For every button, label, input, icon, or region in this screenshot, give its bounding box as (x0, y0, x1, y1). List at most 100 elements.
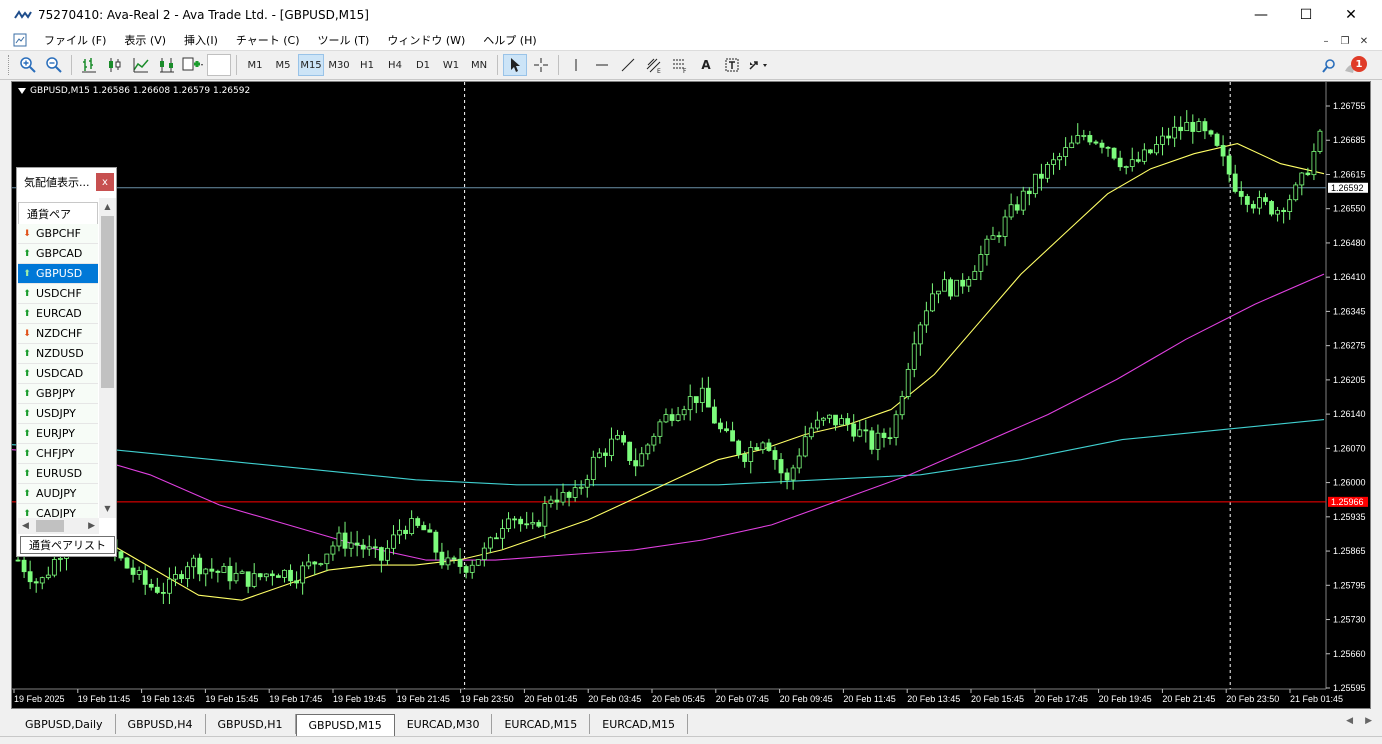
equidistant-channel-icon[interactable]: E (642, 54, 666, 76)
mdi-close-button[interactable]: ✕ (1356, 33, 1372, 49)
chart-canvas[interactable]: 1.26755 1.26685 1.26615 1.26550 1.26480 1.264… (12, 82, 1370, 708)
candle-body (966, 279, 972, 287)
menu-window[interactable]: ウィンドウ (W) (378, 30, 474, 51)
candle-body (257, 573, 263, 578)
line-chart-icon[interactable] (129, 54, 153, 76)
tab-scroll-right-icon[interactable]: ▶ (1365, 716, 1372, 726)
menu-help[interactable]: ヘルプ (H) (474, 30, 545, 51)
candle-body (148, 583, 154, 588)
mdi-minimize-button[interactable]: – (1318, 33, 1334, 49)
scroll-down-icon[interactable]: ▼ (99, 500, 116, 516)
candle-body (1232, 173, 1238, 192)
timeframe-m30[interactable]: M30 (326, 54, 352, 76)
market-watch-item[interactable]: ⬆ GBPCAD (18, 244, 98, 264)
mdi-restore-button[interactable]: ❐ (1337, 33, 1353, 49)
hscroll-thumb[interactable] (36, 520, 64, 532)
tab-chart[interactable]: EURCAD,M15 (492, 714, 591, 734)
candle-body (1166, 135, 1171, 139)
zoom-in-icon[interactable] (16, 54, 40, 76)
candle-body (972, 270, 978, 280)
new-chart-icon[interactable] (181, 54, 205, 76)
x-tick-label: 19 Feb 2025 (14, 694, 65, 704)
scroll-left-icon[interactable]: ◀ (22, 521, 29, 531)
scroll-right-icon[interactable]: ▶ (88, 521, 95, 531)
fibonacci-icon[interactable]: F (668, 54, 692, 76)
x-tick-label: 20 Feb 17:45 (1035, 694, 1088, 704)
market-watch-item[interactable]: ⬆ GBPUSD (18, 264, 98, 284)
notifications-icon[interactable]: 1 (1343, 55, 1369, 77)
candle-body (397, 529, 402, 536)
menu-insert[interactable]: 挿入(I) (175, 30, 227, 51)
tab-symbols-list[interactable]: 通貨ペアリスト (20, 536, 115, 554)
timeframe-m15[interactable]: M15 (298, 54, 324, 76)
market-watch-close-button[interactable]: x (96, 173, 114, 191)
maximize-button[interactable]: ☐ (1283, 0, 1329, 30)
zoom-out-icon[interactable] (42, 54, 66, 76)
tab-chart[interactable]: GBPUSD,M15 (295, 714, 395, 736)
indicators-icon[interactable] (155, 54, 179, 76)
crosshair-icon[interactable] (529, 54, 553, 76)
menu-file[interactable]: ファイル (F) (35, 30, 115, 51)
menu-view[interactable]: 表示 (V) (115, 30, 175, 51)
tab-scroll-left-icon[interactable]: ◀ (1346, 716, 1353, 726)
tab-chart[interactable]: EURCAD,M15 (590, 714, 689, 734)
market-watch-item[interactable]: ⬆ GBPJPY (18, 384, 98, 404)
candle-body (203, 568, 209, 575)
tab-chart[interactable]: GBPUSD,Daily (13, 714, 116, 734)
tab-chart[interactable]: GBPUSD,H4 (116, 714, 206, 734)
market-watch-item[interactable]: ⬆ NZDUSD (18, 344, 98, 364)
horizontal-line-icon[interactable] (590, 54, 614, 76)
text-icon[interactable]: A (694, 54, 718, 76)
scroll-up-icon[interactable]: ▲ (99, 198, 116, 214)
candle-body (1123, 166, 1129, 168)
cursor-icon[interactable] (503, 54, 527, 76)
text-label-icon[interactable] (720, 54, 744, 76)
candle-body (391, 534, 396, 549)
market-watch-item[interactable]: ⬆ CHFJPY (18, 444, 98, 464)
timeframe-m5[interactable]: M5 (270, 54, 296, 76)
timeframe-m1[interactable]: M1 (242, 54, 268, 76)
timeframe-mn[interactable]: MN (466, 54, 492, 76)
candle-body (1075, 135, 1081, 144)
market-watch-item[interactable]: ⬆ USDCAD (18, 364, 98, 384)
chart-collapse-icon[interactable] (18, 88, 26, 94)
close-button[interactable]: ✕ (1328, 0, 1374, 30)
market-watch-item[interactable]: ⬆ EURCAD (18, 304, 98, 324)
toolbar-grip[interactable] (8, 55, 11, 75)
tab-chart[interactable]: GBPUSD,H1 (206, 714, 296, 734)
search-icon[interactable] (1317, 55, 1341, 77)
toolbar-blank-box[interactable] (207, 54, 231, 76)
candle-body (221, 565, 227, 573)
market-watch-hscrollbar[interactable]: ◀ ▶ (18, 518, 99, 534)
market-watch-item[interactable]: ⬆ EURUSD (18, 464, 98, 484)
candle-body (245, 571, 251, 587)
market-watch-item[interactable]: ⬆ EURJPY (18, 424, 98, 444)
vertical-line-icon[interactable] (564, 54, 588, 76)
scroll-thumb[interactable] (101, 216, 114, 388)
y-tick-label: 1.26685 (1333, 135, 1366, 145)
market-watch-item[interactable]: ⬇ NZDCHF (18, 324, 98, 344)
arrows-dropdown-icon[interactable] (746, 54, 770, 76)
price-chart[interactable]: 1.26755 1.26685 1.26615 1.26550 1.26480 1.264… (11, 81, 1371, 709)
candle-body (1269, 201, 1274, 215)
timeframe-h1[interactable]: H1 (354, 54, 380, 76)
bar-chart-icon[interactable] (77, 54, 101, 76)
minimize-button[interactable]: — (1238, 0, 1284, 30)
timeframe-h4[interactable]: H4 (382, 54, 408, 76)
candlestick-chart-icon[interactable] (103, 54, 127, 76)
market-watch-title-bar[interactable]: 気配値表示... x (17, 168, 116, 196)
market-watch-item[interactable]: ⬆ USDJPY (18, 404, 98, 424)
market-watch-item[interactable]: ⬆ USDCHF (18, 284, 98, 304)
market-watch-vscrollbar[interactable]: ▲ ▼ (99, 198, 116, 518)
candle-body (276, 575, 281, 578)
tab-chart[interactable]: EURCAD,M30 (395, 714, 493, 734)
menu-chart[interactable]: チャート (C) (227, 30, 309, 51)
timeframe-w1[interactable]: W1 (438, 54, 464, 76)
candle-body (124, 557, 130, 569)
trendline-icon[interactable] (616, 54, 640, 76)
timeframe-d1[interactable]: D1 (410, 54, 436, 76)
menu-tools[interactable]: ツール (T) (309, 30, 379, 51)
market-watch-item[interactable]: ⬆ AUDJPY (18, 484, 98, 504)
market-watch-item[interactable]: ⬇ GBPCHF (18, 224, 98, 244)
market-watch-column-header[interactable]: 通貨ペア (18, 202, 98, 226)
